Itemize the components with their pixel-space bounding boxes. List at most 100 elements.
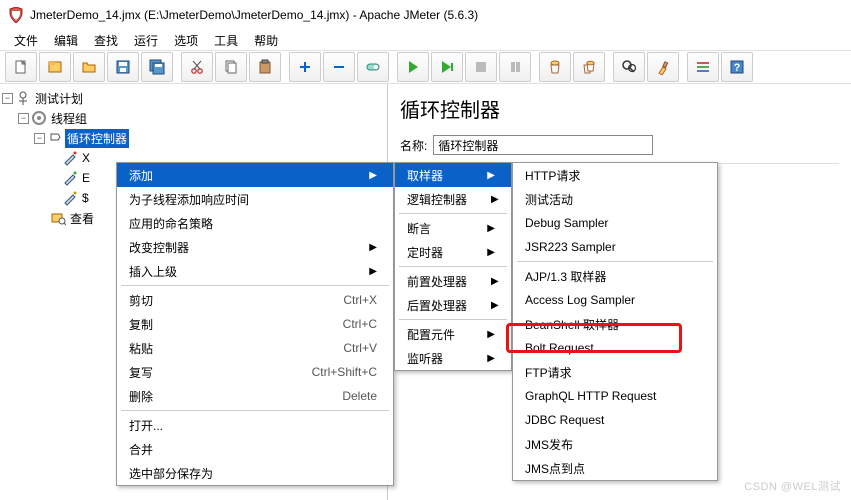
ctx-delete[interactable]: 删除Delete xyxy=(117,384,393,408)
tb-clear-all[interactable] xyxy=(573,52,605,82)
listener-icon xyxy=(50,210,66,226)
chevron-right-icon: ▶ xyxy=(491,300,499,311)
tb-save[interactable] xyxy=(107,52,139,82)
tb-new[interactable] xyxy=(5,52,37,82)
expand-icon[interactable]: − xyxy=(2,93,13,104)
ctx-graphql[interactable]: GraphQL HTTP Request xyxy=(513,384,717,408)
tb-help[interactable]: ? xyxy=(721,52,753,82)
name-row: 名称: xyxy=(400,135,839,155)
ctx-timer[interactable]: 定时器▶ xyxy=(395,240,511,264)
panel-title: 循环控制器 xyxy=(400,94,839,123)
separator xyxy=(399,213,507,214)
tree-vr-label: 查看 xyxy=(68,209,96,228)
ctx-listener[interactable]: 监听器▶ xyxy=(395,346,511,370)
ctx-ajp[interactable]: AJP/1.3 取样器 xyxy=(513,264,717,288)
tb-cut[interactable] xyxy=(181,52,213,82)
ctx-ftp[interactable]: FTP请求 xyxy=(513,360,717,384)
ctx-postproc[interactable]: 后置处理器▶ xyxy=(395,293,511,317)
ctx-jsr223[interactable]: JSR223 Sampler xyxy=(513,235,717,259)
ctx-thread-response-time[interactable]: 为子线程添加响应时间 xyxy=(117,187,393,211)
tb-stop[interactable] xyxy=(465,52,497,82)
watermark: CSDN @WEL测试 xyxy=(744,478,841,494)
separator xyxy=(517,261,713,262)
tb-collapse[interactable] xyxy=(323,52,355,82)
menu-tools[interactable]: 工具 xyxy=(208,30,244,51)
tb-clear[interactable] xyxy=(539,52,571,82)
ctx-logic[interactable]: 逻辑控制器▶ xyxy=(395,187,511,211)
ctx-preproc[interactable]: 前置处理器▶ xyxy=(395,269,511,293)
tb-start[interactable] xyxy=(397,52,429,82)
menu-help[interactable]: 帮助 xyxy=(248,30,284,51)
toolbar: ? xyxy=(0,50,851,84)
tree-loop-label: 循环控制器 xyxy=(65,129,129,148)
ctx-merge[interactable]: 合并 xyxy=(117,437,393,461)
name-input[interactable] xyxy=(433,135,653,155)
tb-paste[interactable] xyxy=(249,52,281,82)
tree-tg-label: 线程组 xyxy=(49,109,89,128)
tb-copy[interactable] xyxy=(215,52,247,82)
tb-search[interactable] xyxy=(613,52,645,82)
menu-options[interactable]: 选项 xyxy=(168,30,204,51)
separator xyxy=(121,285,389,286)
sampler-icon xyxy=(62,150,78,166)
testplan-icon xyxy=(15,90,31,106)
ctx-access-log[interactable]: Access Log Sampler xyxy=(513,288,717,312)
chevron-right-icon: ▶ xyxy=(491,276,499,287)
ctx-copy[interactable]: 复制Ctrl+C xyxy=(117,312,393,336)
ctx-paste[interactable]: 粘贴Ctrl+V xyxy=(117,336,393,360)
ctx-assertion[interactable]: 断言▶ xyxy=(395,216,511,240)
menu-find[interactable]: 查找 xyxy=(88,30,124,51)
tree-root[interactable]: − 测试计划 xyxy=(2,88,385,108)
tb-toggle[interactable] xyxy=(357,52,389,82)
ctx-beanshell[interactable]: BeanShell 取样器 xyxy=(513,312,717,336)
ctx-sampler[interactable]: 取样器▶ xyxy=(395,163,511,187)
tb-open[interactable] xyxy=(73,52,105,82)
name-label: 名称: xyxy=(400,137,427,154)
tb-templates[interactable] xyxy=(39,52,71,82)
menu-run[interactable]: 运行 xyxy=(128,30,164,51)
chevron-right-icon: ▶ xyxy=(487,329,495,340)
ctx-jdbc[interactable]: JDBC Request xyxy=(513,408,717,432)
context-menu-sampler: HTTP请求 测试活动 Debug Sampler JSR223 Sampler… xyxy=(512,162,718,481)
chevron-right-icon: ▶ xyxy=(487,223,495,234)
ctx-http-request[interactable]: HTTP请求 xyxy=(513,163,717,187)
ctx-cut[interactable]: 剪切Ctrl+X xyxy=(117,288,393,312)
separator xyxy=(399,319,507,320)
tb-function-helper[interactable] xyxy=(687,52,719,82)
menubar: 文件 编辑 查找 运行 选项 工具 帮助 xyxy=(0,30,851,50)
menu-file[interactable]: 文件 xyxy=(8,30,44,51)
ctx-config[interactable]: 配置元件▶ xyxy=(395,322,511,346)
expand-icon[interactable]: − xyxy=(18,113,29,124)
tb-start-no-timers[interactable] xyxy=(431,52,463,82)
tree-child3-label: $ xyxy=(80,190,91,206)
ctx-open[interactable]: 打开... xyxy=(117,413,393,437)
ctx-insert-parent[interactable]: 插入上级▶ xyxy=(117,259,393,283)
menu-edit[interactable]: 编辑 xyxy=(48,30,84,51)
tb-reset-search[interactable] xyxy=(647,52,679,82)
ctx-save-selection[interactable]: 选中部分保存为 xyxy=(117,461,393,485)
ctx-naming-policy[interactable]: 应用的命名策略 xyxy=(117,211,393,235)
tb-shutdown[interactable] xyxy=(499,52,531,82)
tb-expand[interactable] xyxy=(289,52,321,82)
ctx-debug-sampler[interactable]: Debug Sampler xyxy=(513,211,717,235)
separator xyxy=(399,266,507,267)
ctx-test-action[interactable]: 测试活动 xyxy=(513,187,717,211)
ctx-jms-pub[interactable]: JMS发布 xyxy=(513,432,717,456)
chevron-right-icon: ▶ xyxy=(487,247,495,258)
tree-root-label: 测试计划 xyxy=(33,89,85,108)
chevron-right-icon: ▶ xyxy=(369,266,377,277)
tree-child1-label: X xyxy=(80,150,92,166)
chevron-right-icon: ▶ xyxy=(369,170,377,181)
ctx-add[interactable]: 添加▶ xyxy=(117,163,393,187)
sampler-icon xyxy=(62,190,78,206)
ctx-duplicate[interactable]: 复写Ctrl+Shift+C xyxy=(117,360,393,384)
expand-icon[interactable]: − xyxy=(34,133,45,144)
ctx-bolt[interactable]: Bolt Request xyxy=(513,336,717,360)
ctx-jms-p2p[interactable]: JMS点到点 xyxy=(513,456,717,480)
app-icon xyxy=(8,7,24,23)
tree-thread-group[interactable]: − 线程组 xyxy=(2,108,385,128)
tb-save-all[interactable] xyxy=(141,52,173,82)
ctx-change-controller[interactable]: 改变控制器▶ xyxy=(117,235,393,259)
tree-loop-controller[interactable]: − 循环控制器 xyxy=(2,128,385,148)
chevron-right-icon: ▶ xyxy=(487,170,495,181)
